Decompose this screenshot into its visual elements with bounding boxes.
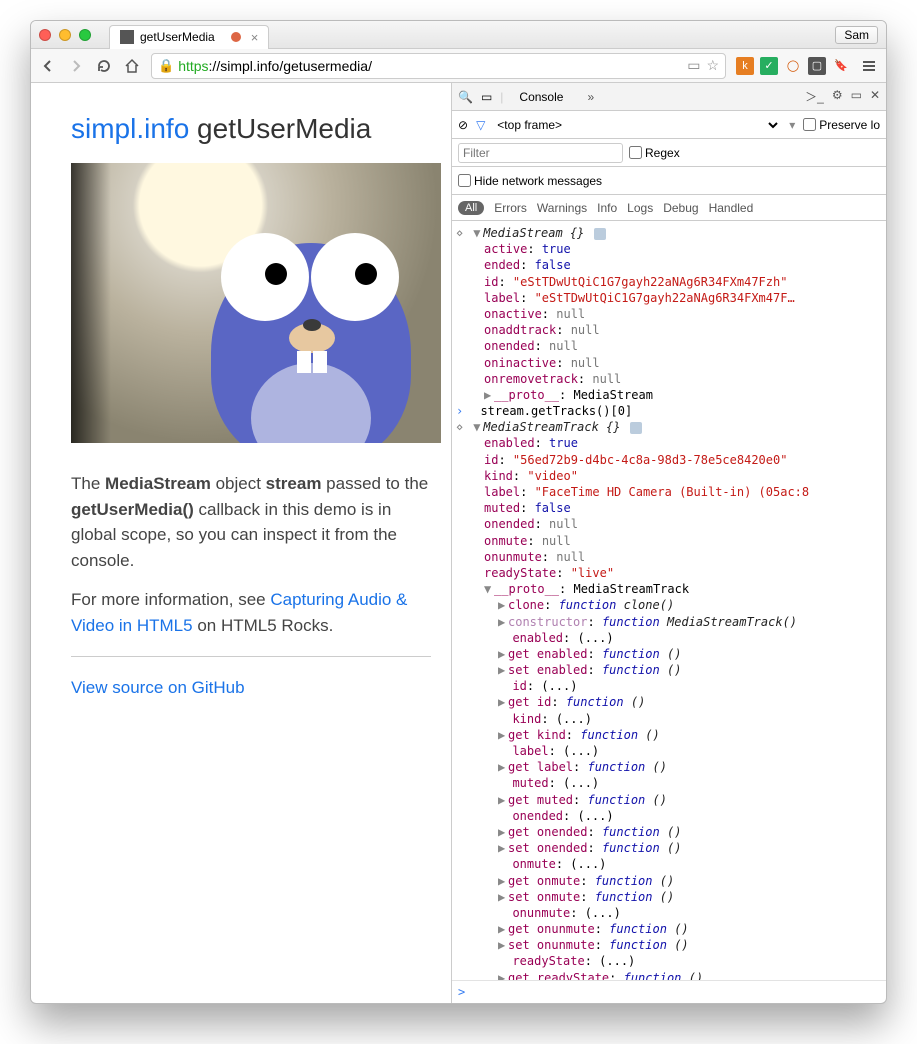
settings-gear-icon[interactable]: ⚙ (832, 88, 843, 105)
more-tabs-button[interactable]: » (579, 86, 602, 108)
extension-icon[interactable]: k (736, 57, 754, 75)
extension-icon[interactable]: ✓ (760, 57, 778, 75)
close-window-button[interactable] (39, 29, 51, 41)
browser-window: getUserMedia × Sam 🔒 https://simpl.info/… (30, 20, 887, 1004)
devtools-panel: 🔍 ▭ | Console » ＞_ ⚙ ▭ ✕ ⊘ ▽ <top frame>… (451, 83, 886, 1003)
bookmark-star-icon[interactable]: ☆ (706, 57, 719, 74)
hide-network-checkbox[interactable]: Hide network messages (458, 174, 602, 188)
console-tab[interactable]: Console (511, 86, 571, 108)
browser-tab[interactable]: getUserMedia × (109, 25, 269, 49)
filter-funnel-icon[interactable]: ▽ (476, 118, 485, 132)
tab-close-button[interactable]: × (251, 30, 259, 45)
title-rest: getUserMedia (189, 113, 371, 144)
tab-favicon (120, 30, 134, 44)
traffic-lights (39, 29, 91, 41)
log-level-bar: All Errors Warnings Info Logs Debug Hand… (452, 195, 886, 221)
info-badge-icon[interactable] (630, 422, 642, 434)
filter-input[interactable] (458, 143, 623, 163)
hide-network-row: Hide network messages (452, 167, 886, 195)
camera-indicator-icon[interactable]: ▭ (687, 57, 700, 74)
extension-icon[interactable]: ▢ (808, 57, 826, 75)
back-button[interactable] (39, 57, 57, 75)
level-handled[interactable]: Handled (709, 201, 754, 215)
level-logs[interactable]: Logs (627, 201, 653, 215)
reload-button[interactable] (95, 57, 113, 75)
window-titlebar: getUserMedia × Sam (31, 21, 886, 49)
device-mode-icon[interactable]: ▭ (481, 90, 492, 104)
inspect-icon[interactable]: 🔍 (458, 90, 473, 104)
level-all[interactable]: All (458, 201, 484, 215)
level-errors[interactable]: Errors (494, 201, 527, 215)
menu-button[interactable] (860, 57, 878, 75)
regex-checkbox[interactable]: Regex (629, 146, 680, 160)
level-info[interactable]: Info (597, 201, 617, 215)
title-link[interactable]: simpl.info (71, 113, 189, 144)
browser-toolbar: 🔒 https://simpl.info/getusermedia/ ▭ ☆ k… (31, 49, 886, 83)
console-filter-bar: Regex (452, 139, 886, 167)
level-debug[interactable]: Debug (663, 201, 698, 215)
zoom-window-button[interactable] (79, 29, 91, 41)
paragraph: For more information, see Capturing Audi… (71, 587, 431, 638)
extension-icons: k ✓ ◯ ▢ 🔖 (736, 57, 850, 75)
preserve-log-checkbox[interactable]: Preserve lo (803, 118, 880, 132)
content-area: simpl.info getUserMedia The MediaStream (31, 83, 886, 1003)
extension-icon[interactable]: 🔖 (832, 57, 850, 75)
console-prompt[interactable]: > (452, 980, 886, 1003)
home-button[interactable] (123, 57, 141, 75)
forward-button[interactable] (67, 57, 85, 75)
tab-title: getUserMedia (140, 30, 215, 44)
level-warnings[interactable]: Warnings (537, 201, 587, 215)
console-context-bar: ⊘ ▽ <top frame> ▾ Preserve lo (452, 111, 886, 139)
web-page: simpl.info getUserMedia The MediaStream (31, 83, 451, 1003)
profile-button[interactable]: Sam (835, 26, 878, 44)
page-title: simpl.info getUserMedia (71, 113, 431, 145)
frame-selector[interactable]: <top frame> (493, 117, 781, 133)
url-path: ://simpl.info/getusermedia/ (209, 58, 372, 74)
view-source-link[interactable]: View source on GitHub (71, 678, 245, 697)
url-scheme: https (178, 58, 208, 74)
console-output[interactable]: ⋄ ▼MediaStream {} active: true ended: fa… (452, 221, 886, 980)
video-element[interactable] (71, 163, 441, 443)
paragraph: The MediaStream object stream passed to … (71, 471, 431, 573)
devtools-close-button[interactable]: ✕ (870, 88, 880, 105)
divider (71, 656, 431, 657)
dock-side-icon[interactable]: ▭ (851, 88, 862, 105)
address-bar[interactable]: 🔒 https://simpl.info/getusermedia/ ▭ ☆ (151, 53, 726, 79)
lock-icon: 🔒 (158, 58, 174, 74)
extension-icon[interactable]: ◯ (784, 57, 802, 75)
clear-console-icon[interactable]: ⊘ (458, 118, 468, 132)
show-drawer-icon[interactable]: ＞_ (805, 88, 824, 105)
recording-indicator-icon (231, 32, 241, 42)
devtools-tabbar: 🔍 ▭ | Console » ＞_ ⚙ ▭ ✕ (452, 83, 886, 111)
minimize-window-button[interactable] (59, 29, 71, 41)
info-badge-icon[interactable] (594, 228, 606, 240)
